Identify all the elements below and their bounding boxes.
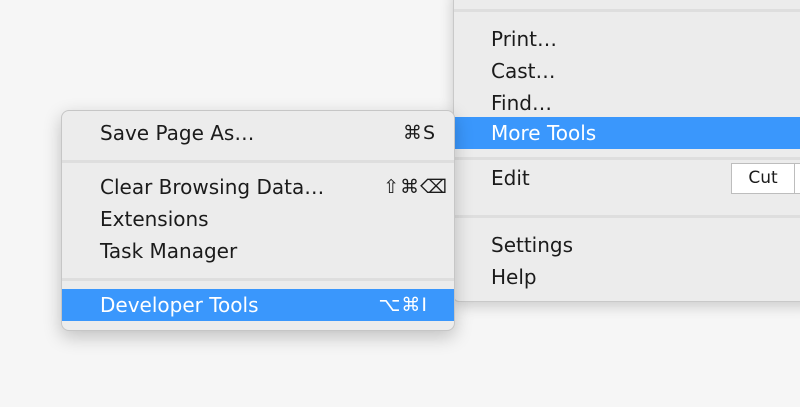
menu-item-task-manager[interactable]: Task Manager: [62, 235, 454, 267]
menu-separator: [454, 215, 800, 218]
desktop-background: Print… Cast… Find… More Tools Edit Cut S…: [0, 0, 800, 407]
menu-item-developer-tools[interactable]: Developer Tools ⌥⌘I: [62, 289, 454, 321]
menu-item-help[interactable]: Help: [454, 261, 800, 293]
edit-label: Edit: [491, 166, 530, 190]
menu-item-save-page-as[interactable]: Save Page As… ⌘S: [62, 117, 454, 149]
chrome-main-menu: Print… Cast… Find… More Tools Edit Cut S…: [453, 0, 800, 302]
menu-item-settings[interactable]: Settings: [454, 229, 800, 261]
menu-item-more-tools[interactable]: More Tools: [454, 117, 800, 149]
menu-separator: [62, 160, 454, 163]
menu-item-label: Clear Browsing Data…: [100, 175, 325, 199]
keyboard-shortcut: ⌥⌘I: [378, 294, 428, 316]
menu-item-clear-browsing-data[interactable]: Clear Browsing Data… ⇧⌘⌫: [62, 171, 454, 203]
cut-button[interactable]: Cut: [731, 163, 795, 194]
menu-item-cast[interactable]: Cast…: [454, 55, 800, 87]
more-tools-submenu: Save Page As… ⌘S Clear Browsing Data… ⇧⌘…: [61, 110, 455, 331]
menu-item-label: Settings: [491, 233, 574, 257]
menu-separator: [62, 278, 454, 281]
menu-separator: [454, 157, 800, 160]
menu-separator: [454, 9, 800, 12]
menu-item-extensions[interactable]: Extensions: [62, 203, 454, 235]
menu-item-label: Cast…: [491, 59, 556, 83]
menu-item-print[interactable]: Print…: [454, 23, 800, 55]
menu-item-label: Save Page As…: [100, 121, 255, 145]
copy-button[interactable]: [795, 163, 800, 194]
menu-item-label: Developer Tools: [100, 293, 259, 317]
menu-item-label: Task Manager: [100, 239, 238, 263]
menu-item-label: Print…: [491, 27, 558, 51]
menu-item-label: Find…: [491, 91, 552, 115]
keyboard-shortcut: ⇧⌘⌫: [383, 176, 448, 198]
menu-item-label: More Tools: [491, 121, 597, 145]
menu-item-find[interactable]: Find…: [454, 87, 800, 119]
menu-item-label: Extensions: [100, 207, 209, 231]
keyboard-shortcut: ⌘S: [402, 122, 436, 144]
menu-item-label: Help: [491, 265, 537, 289]
